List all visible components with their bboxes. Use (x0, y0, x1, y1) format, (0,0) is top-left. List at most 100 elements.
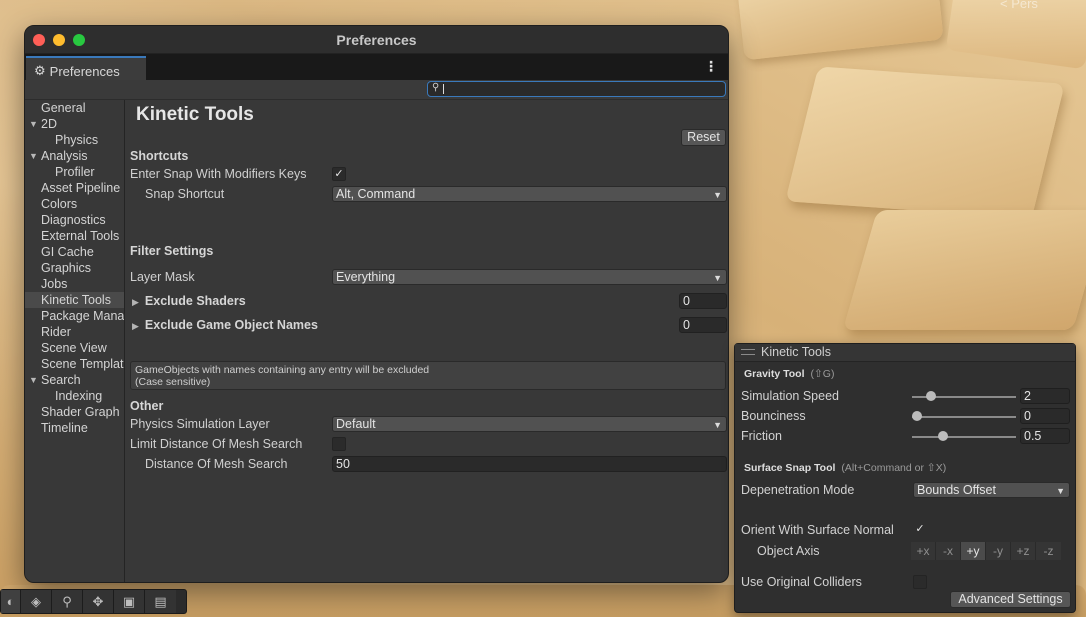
sim-speed-slider-knob[interactable] (926, 391, 937, 401)
sidebar-item-label: Colors (41, 197, 78, 211)
axis-button-neg-y[interactable]: -y (986, 542, 1011, 560)
original-colliders-checkbox[interactable] (913, 575, 927, 589)
axis-button-neg-z[interactable]: -z (1036, 542, 1061, 560)
axis-button-pos-z[interactable]: +z (1011, 542, 1036, 560)
move-tool-button[interactable]: ✥ (83, 590, 114, 613)
physics-layer-dropdown[interactable]: Default ▼ (332, 416, 727, 432)
layer-mask-dropdown[interactable]: Everything ▼ (332, 269, 727, 285)
sidebar-item[interactable]: ▼ Analysis (25, 148, 124, 164)
object-axis-label: Object Axis (757, 544, 820, 558)
bounciness-slider[interactable] (912, 416, 1016, 418)
expand-arrow-icon[interactable]: ▼ (29, 116, 38, 132)
sidebar-item[interactable]: Scene View (25, 340, 124, 356)
sidebar-item[interactable]: Diagnostics (25, 212, 124, 228)
gravity-tool-title: Gravity Tool (744, 368, 805, 380)
sidebar-item-label: Scene Template (41, 357, 124, 371)
kinetic-tools-overlay: Kinetic Tools Gravity Tool (⇧G) Simulatio… (734, 343, 1076, 613)
sidebar-item[interactable]: General (25, 100, 124, 116)
more-options-icon[interactable]: ⋮ (704, 58, 718, 75)
sidebar-item-label: 2D (41, 117, 57, 131)
sim-speed-field[interactable]: 2 (1020, 388, 1070, 404)
sidebar-item-label: Profiler (55, 165, 95, 179)
sidebar-item-label: Package Manager (41, 309, 124, 323)
distance-field[interactable]: 50 (332, 456, 727, 472)
grid-button[interactable]: ◈ (21, 590, 52, 613)
sidebar-item[interactable]: Colors (25, 196, 124, 212)
sidebar-item[interactable]: Profiler (25, 164, 124, 180)
grid-icon: ◈ (31, 593, 41, 609)
overlay-header[interactable]: Kinetic Tools (735, 344, 1075, 362)
friction-field[interactable]: 0.5 (1020, 428, 1070, 444)
advanced-settings-button[interactable]: Advanced Settings (950, 591, 1071, 608)
friction-slider[interactable] (912, 436, 1016, 438)
sidebar-item-label: Jobs (41, 277, 68, 291)
view-tool-button[interactable]: ◐ (1, 590, 21, 613)
overlay-icon: ▤ (154, 593, 167, 609)
axis-button-pos-y[interactable]: +y (961, 542, 986, 560)
depenetration-value: Bounds Offset (917, 483, 996, 497)
sidebar-item-label: Shader Graph (41, 405, 120, 419)
preferences-window: Preferences ⚙ Preferences ⋮ ⚲ General ▼ 2D… (24, 25, 729, 583)
scene-tile (785, 66, 1065, 219)
sidebar-item[interactable]: Asset Pipeline (25, 180, 124, 196)
snap-shortcut-dropdown[interactable]: Alt, Command ▼ (332, 186, 727, 202)
sidebar-item[interactable]: ▼ 2D (25, 116, 124, 132)
exclude-shaders-count-field[interactable]: 0 (679, 293, 727, 309)
window-titlebar[interactable]: Preferences (25, 26, 728, 54)
sidebar-item[interactable]: Physics (25, 132, 124, 148)
exclude-shaders-foldout[interactable]: ▶ Exclude Shaders (132, 294, 246, 308)
sidebar-item-label: Search (41, 373, 81, 387)
orient-checkbox[interactable]: ✓ (913, 523, 927, 537)
sidebar-item[interactable]: ▼ Search (25, 372, 124, 388)
sidebar-item[interactable]: Rider (25, 324, 124, 340)
sidebar-item[interactable]: External Tools (25, 228, 124, 244)
layer-mask-label: Layer Mask (130, 270, 195, 284)
surface-snap-shortcut-hint: (Alt+Command or ⇧X) (841, 462, 947, 474)
bounciness-slider-knob[interactable] (912, 411, 922, 421)
exclude-names-count-field[interactable]: 0 (679, 317, 727, 333)
search-button[interactable]: ⚲ (52, 590, 83, 613)
reset-button[interactable]: Reset (681, 129, 726, 146)
sidebar-item-label: Timeline (41, 421, 88, 435)
sidebar-item[interactable]: Indexing (25, 388, 124, 404)
gear-icon: ⚙ (34, 63, 46, 78)
sidebar-item-label: Kinetic Tools (41, 293, 111, 307)
sidebar-item[interactable]: Graphics (25, 260, 124, 276)
sidebar-item-label: GI Cache (41, 245, 94, 259)
gravity-tool-heading: Gravity Tool (⇧G) (744, 368, 834, 380)
tab-preferences[interactable]: ⚙ Preferences (26, 56, 146, 80)
friction-slider-knob[interactable] (938, 431, 949, 441)
physics-layer-value: Default (336, 417, 376, 431)
sidebar-item[interactable]: GI Cache (25, 244, 124, 260)
expand-arrow-icon[interactable]: ▼ (29, 372, 38, 388)
chevron-down-icon: ▼ (713, 420, 722, 430)
sim-speed-label: Simulation Speed (741, 389, 839, 403)
sidebar-item[interactable]: Timeline (25, 420, 124, 436)
depenetration-dropdown[interactable]: Bounds Offset ▼ (913, 482, 1070, 498)
sidebar-item[interactable]: Shader Graph (25, 404, 124, 420)
text-caret (443, 84, 444, 94)
limit-distance-checkbox[interactable] (332, 437, 346, 451)
scene-toolbar: ◐ ◈ ⚲ ✥ ▣ ▤ (0, 589, 187, 614)
exclude-names-foldout[interactable]: ▶ Exclude Game Object Names (132, 318, 318, 332)
axis-button-neg-x[interactable]: -x (936, 542, 961, 560)
search-row: ⚲ (25, 80, 728, 100)
camera-button[interactable]: ▣ (114, 590, 145, 613)
sidebar-item-label: Scene View (41, 341, 107, 355)
page-title: Kinetic Tools (136, 104, 254, 125)
search-input[interactable]: ⚲ (427, 81, 726, 97)
bounciness-field[interactable]: 0 (1020, 408, 1070, 424)
sidebar-item[interactable]: Kinetic Tools (25, 292, 124, 308)
enter-snap-checkbox[interactable]: ✓ (332, 167, 346, 181)
snap-shortcut-label: Snap Shortcut (145, 187, 225, 201)
overlay-button[interactable]: ▤ (145, 590, 176, 613)
drag-handle-icon[interactable] (741, 349, 755, 355)
sidebar-item[interactable]: Scene Template (25, 356, 124, 372)
sidebar-item[interactable]: Jobs (25, 276, 124, 292)
sidebar-item[interactable]: Package Manager (25, 308, 124, 324)
axis-button-pos-x[interactable]: +x (911, 542, 936, 560)
overlay-title: Kinetic Tools (761, 345, 831, 359)
tab-label: Preferences (49, 63, 120, 79)
expand-arrow-icon[interactable]: ▼ (29, 148, 38, 164)
sidebar-item-label: Rider (41, 325, 71, 339)
